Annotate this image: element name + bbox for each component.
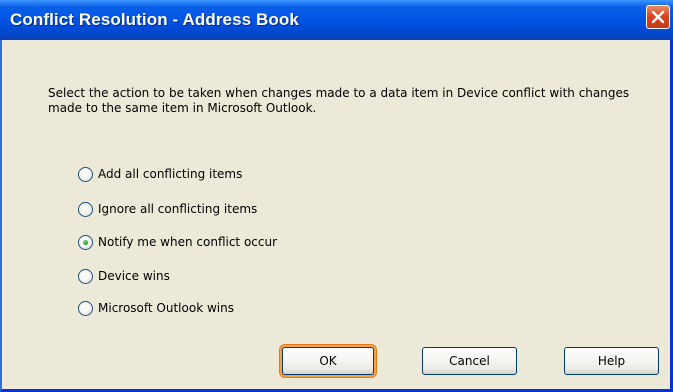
option-label: Device wins [98,269,170,283]
radio-button[interactable] [78,268,93,284]
radio-button[interactable] [78,201,93,217]
help-button[interactable]: Help [564,347,659,375]
option-label: Microsoft Outlook wins [98,301,234,315]
option-label: Ignore all conflicting items [98,202,258,216]
window-title: Conflict Resolution - Address Book [10,10,299,29]
option-device-wins[interactable]: Device wins [78,266,170,286]
cancel-button[interactable]: Cancel [422,347,517,375]
close-icon [651,10,665,24]
title-bar[interactable]: Conflict Resolution - Address Book [0,0,673,40]
instruction-text: Select the action to be taken when chang… [48,86,630,115]
option-label: Add all conflicting items [98,167,243,181]
conflict-resolution-dialog: Conflict Resolution - Address Book Selec… [0,0,673,392]
option-microsoft-outlook-wins[interactable]: Microsoft Outlook wins [78,298,234,318]
option-ignore-all-conflicting-items[interactable]: Ignore all conflicting items [78,199,257,219]
radio-button[interactable] [78,166,93,182]
close-button[interactable] [646,5,670,29]
option-add-all-conflicting-items[interactable]: Add all conflicting items [78,164,242,184]
radio-button-selected[interactable] [78,234,93,250]
option-label: Notify me when conflict occur [98,235,278,249]
option-notify-me-when-conflict-occur[interactable]: Notify me when conflict occur [78,232,277,252]
radio-button[interactable] [78,300,93,316]
ok-button[interactable]: OK [282,347,374,375]
